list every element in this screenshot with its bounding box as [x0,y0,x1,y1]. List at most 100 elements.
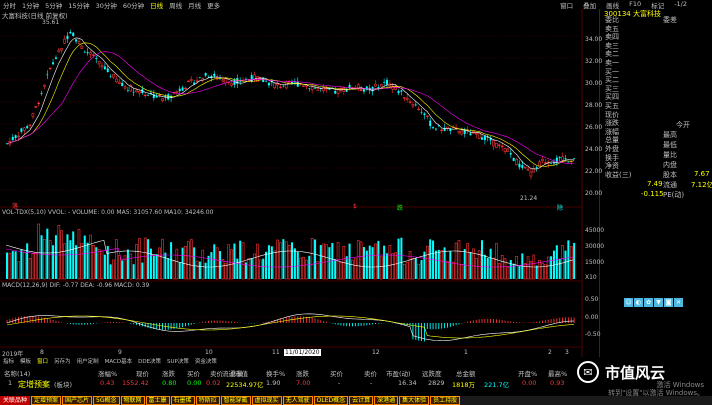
volume-bar [322,243,325,280]
price-tick: 32.00 [585,58,603,65]
candle-body [460,130,464,135]
col-buy[interactable]: 买价 [187,368,200,378]
candle-body [573,158,576,159]
low-label: 21.24 [520,195,538,202]
volume-bar [411,257,415,280]
volume-bar [48,240,52,280]
col-name[interactable]: 名称(14) [4,368,30,378]
row-sell: 0.02 [206,379,221,387]
chart-area[interactable] [0,9,600,357]
col-high[interactable]: 最高% [548,368,567,378]
candle-body [359,89,363,92]
col-rise[interactable]: 涨跌 [296,368,309,378]
chart-icon[interactable]: ◐ [634,298,643,307]
sector-tab[interactable]: 智能穿戴 [220,396,251,405]
close-icon[interactable]: ✕ [674,298,683,307]
volume-bar [256,243,259,280]
candle-body [426,115,429,117]
candle-body [224,78,228,84]
share-cap-value: 7.67 [694,170,710,178]
tab-dde[interactable]: DDE决策 [135,357,164,365]
volume-bar [34,252,38,280]
tab-window[interactable]: 窗口 [34,357,51,365]
volume-bar [175,248,179,280]
candle-body [474,132,478,135]
volume-bar [69,240,72,279]
candle-body [334,91,337,94]
candle-body [314,87,317,89]
col-ask[interactable]: 卖价 [364,368,377,378]
col-pct[interactable]: 涨幅% [98,368,117,378]
volume-bar [440,250,444,280]
sector-tab[interactable]: 5G概念 [93,396,120,405]
sector-tab[interactable]: 无人驾驶 [282,396,313,405]
volume-bar [270,246,273,279]
volume-bar [558,258,561,279]
sector-tab[interactable]: 深港通 [374,396,399,405]
volume-bar [135,244,138,280]
col-chg[interactable]: 涨跌 [162,368,175,378]
col-dist[interactable]: 远跌度 [422,368,442,378]
marker-b: 跌 [397,205,404,212]
candle-body [397,91,400,94]
row-bid: - [338,379,341,387]
eps-value: -0.115 [641,190,664,198]
sector-tab[interactable]: 国产芯片 [62,396,93,405]
candle-body [117,81,121,84]
sector-tab[interactable]: 富士康 [145,396,170,405]
volume-bar [149,248,152,279]
candle-body [500,145,504,148]
volume-bar [397,238,400,279]
volume-bar [239,240,242,279]
tab-macd[interactable]: MACD基本 [102,357,136,365]
col-amount[interactable]: 总金额 [456,368,476,378]
volume-bar [394,252,397,280]
smile-icon[interactable]: ☺ [624,298,633,307]
volume-bar [213,244,216,279]
volume-bar [117,255,121,280]
tab-sup[interactable]: SUP决策 [164,357,192,365]
col-pe[interactable]: 市盈(动) [386,368,411,378]
candle-body [394,86,397,90]
sector-tab[interactable]: 虚拟现实 [251,396,282,405]
volume-bar [80,243,84,280]
cup-icon[interactable]: ◙ [664,298,673,307]
shirt-icon[interactable]: ▼ [654,298,663,307]
candle-body [440,129,444,132]
tab-template[interactable]: 模板 [17,357,34,365]
candle-body [14,135,17,139]
sector-tab[interactable]: 员工持股 [430,396,461,405]
volume-bar [97,249,101,280]
row-dist: 2829 [428,379,445,387]
gear-icon[interactable]: ✿ [644,298,653,307]
sector-tab[interactable]: OLED概念 [313,396,349,405]
volume-bar [319,245,322,279]
sector-tab[interactable]: 物联网 [120,396,145,405]
low-price-label: 最低 [663,141,677,149]
tab-fund[interactable]: 资金决策 [192,357,220,365]
volume-bar [334,259,337,279]
related-products-button[interactable]: 关联品种 [0,396,31,405]
kline-chart[interactable] [0,9,600,357]
sector-tab[interactable]: 集大体验 [399,396,430,405]
sector-tab[interactable]: 石墨烯 [170,396,195,405]
tab-custom[interactable]: 用户定制 [74,357,102,365]
col-price[interactable]: 现价 [136,368,149,378]
candle-body [483,136,486,141]
candle-body [187,80,190,82]
candle-body [106,68,109,72]
tab-indicator[interactable]: 指标 [0,357,17,365]
sector-tab[interactable]: 云计算 [349,396,374,405]
col-float-cap[interactable]: 流通市值 [222,368,248,378]
sector-tab[interactable]: 特斯拉 [195,396,220,405]
row-name: 定增预案 [18,380,50,389]
sector-tab[interactable]: 定增预案 [31,396,62,405]
price-tick: 34.00 [585,36,603,43]
tab-save-as[interactable]: 另存为 [51,357,74,365]
col-open[interactable]: 开盘% [518,368,537,378]
col-bid[interactable]: 买价 [330,368,343,378]
volume-bar [379,256,383,280]
col-turnover[interactable]: 换手% [266,368,285,378]
table-row[interactable]: 1 定增预案 (板块) 0.43 1552.42 0.80 0.00 0.02 … [0,379,600,389]
volume-bar [463,248,466,279]
